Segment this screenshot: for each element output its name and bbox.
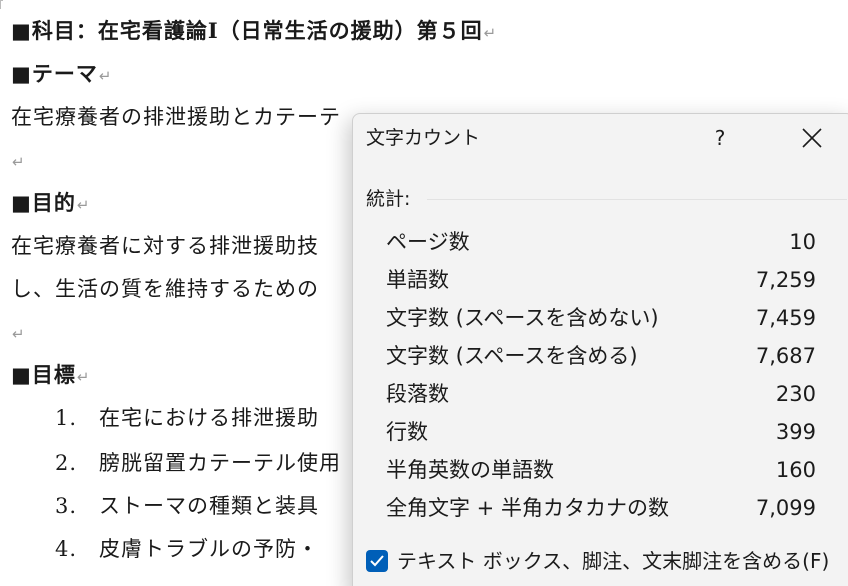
doc-empty-line[interactable]: ↵: [11, 318, 26, 348]
statistics-list: ページ数 10 単語数 7,259 文字数 (スペースを含めない) 7,459 …: [386, 226, 816, 530]
close-button[interactable]: [789, 120, 835, 156]
stat-label: ページ数: [386, 230, 470, 254]
stat-row-chars-with-spaces: 文字数 (スペースを含める) 7,687: [386, 340, 816, 378]
doc-empty-line[interactable]: ↵: [11, 146, 26, 176]
list-number: 4.: [55, 537, 78, 561]
stat-value: 7,099: [755, 496, 816, 520]
stat-label: 全角文字 + 半角カタカナの数: [386, 496, 669, 520]
stat-label: 文字数 (スペースを含める): [386, 344, 638, 368]
stat-value: 7,259: [755, 268, 816, 292]
help-button[interactable]: ?: [697, 120, 743, 156]
stat-label: 単語数: [386, 268, 449, 292]
stat-label: 段落数: [386, 382, 449, 406]
stat-row-fullwidth-chars: 全角文字 + 半角カタカナの数 7,099: [386, 492, 816, 530]
doc-list-item[interactable]: 2. 膀胱留置カテーテル使用: [55, 449, 341, 477]
doc-purpose-text-1[interactable]: 在宅療養者に対する排泄援助技: [11, 232, 319, 260]
stat-label: 半角英数の単語数: [386, 458, 554, 482]
statistics-label: 統計:: [366, 188, 411, 210]
stat-value: 7,687: [755, 344, 816, 368]
stat-row-paragraphs: 段落数 230: [386, 378, 816, 416]
doc-purpose-text-2[interactable]: し、生活の質を維持するための: [11, 275, 319, 303]
close-icon: [802, 128, 822, 148]
include-textboxes-checkbox[interactable]: [366, 550, 388, 572]
doc-list-item[interactable]: 1. 在宅における排泄援助: [55, 404, 319, 432]
paragraph-mark: ↵: [76, 196, 91, 214]
doc-goals-heading[interactable]: ■目標↵: [11, 361, 90, 391]
stat-value: 160: [775, 458, 816, 482]
stat-row-lines: 行数 399: [386, 416, 816, 454]
dialog-title: 文字カウント: [366, 127, 481, 149]
doc-theme-text[interactable]: 在宅療養者の排泄援助とカテーテ: [11, 103, 341, 131]
doc-list-item[interactable]: 4. 皮膚トラブルの予防・: [55, 535, 319, 563]
doc-theme-heading[interactable]: ■テーマ↵: [11, 60, 112, 90]
word-count-dialog: 文字カウント ? 統計: ページ数 10 単語数 7,259 文字数 (スペース…: [352, 113, 848, 586]
stat-row-chars-no-spaces: 文字数 (スペースを含めない) 7,459: [386, 302, 816, 340]
include-textboxes-label[interactable]: テキスト ボックス、脚注、文末脚注を含める(F): [397, 545, 829, 577]
doc-course-title[interactable]: ■科目：在宅看護論Ⅰ（日常生活の援助）第５回↵: [11, 17, 497, 47]
checkmark-icon: [370, 555, 384, 567]
paragraph-mark: ↵: [76, 368, 91, 386]
doc-list-item[interactable]: 3. ストーマの種類と装具: [55, 492, 319, 520]
stat-row-words: 単語数 7,259: [386, 264, 816, 302]
stat-value: 10: [789, 230, 816, 254]
stat-value: 230: [775, 382, 816, 406]
stat-label: 行数: [386, 420, 428, 444]
stat-value: 399: [775, 420, 816, 444]
doc-purpose-heading[interactable]: ■目的↵: [11, 189, 90, 219]
margin-corner-mark: [0, 0, 3, 9]
stat-row-halfwidth-words: 半角英数の単語数 160: [386, 454, 816, 492]
paragraph-mark: ↵: [12, 153, 26, 171]
stat-row-pages: ページ数 10: [386, 226, 816, 264]
dialog-title-bar[interactable]: 文字カウント ?: [353, 114, 848, 164]
paragraph-mark: ↵: [483, 24, 498, 42]
list-number: 3.: [55, 494, 78, 518]
list-number: 1.: [55, 406, 78, 430]
stat-value: 7,459: [755, 306, 816, 330]
section-divider: [427, 199, 847, 200]
list-number: 2.: [55, 451, 78, 475]
stat-label: 文字数 (スペースを含めない): [386, 306, 659, 330]
paragraph-mark: ↵: [12, 325, 26, 343]
paragraph-mark: ↵: [98, 67, 113, 85]
